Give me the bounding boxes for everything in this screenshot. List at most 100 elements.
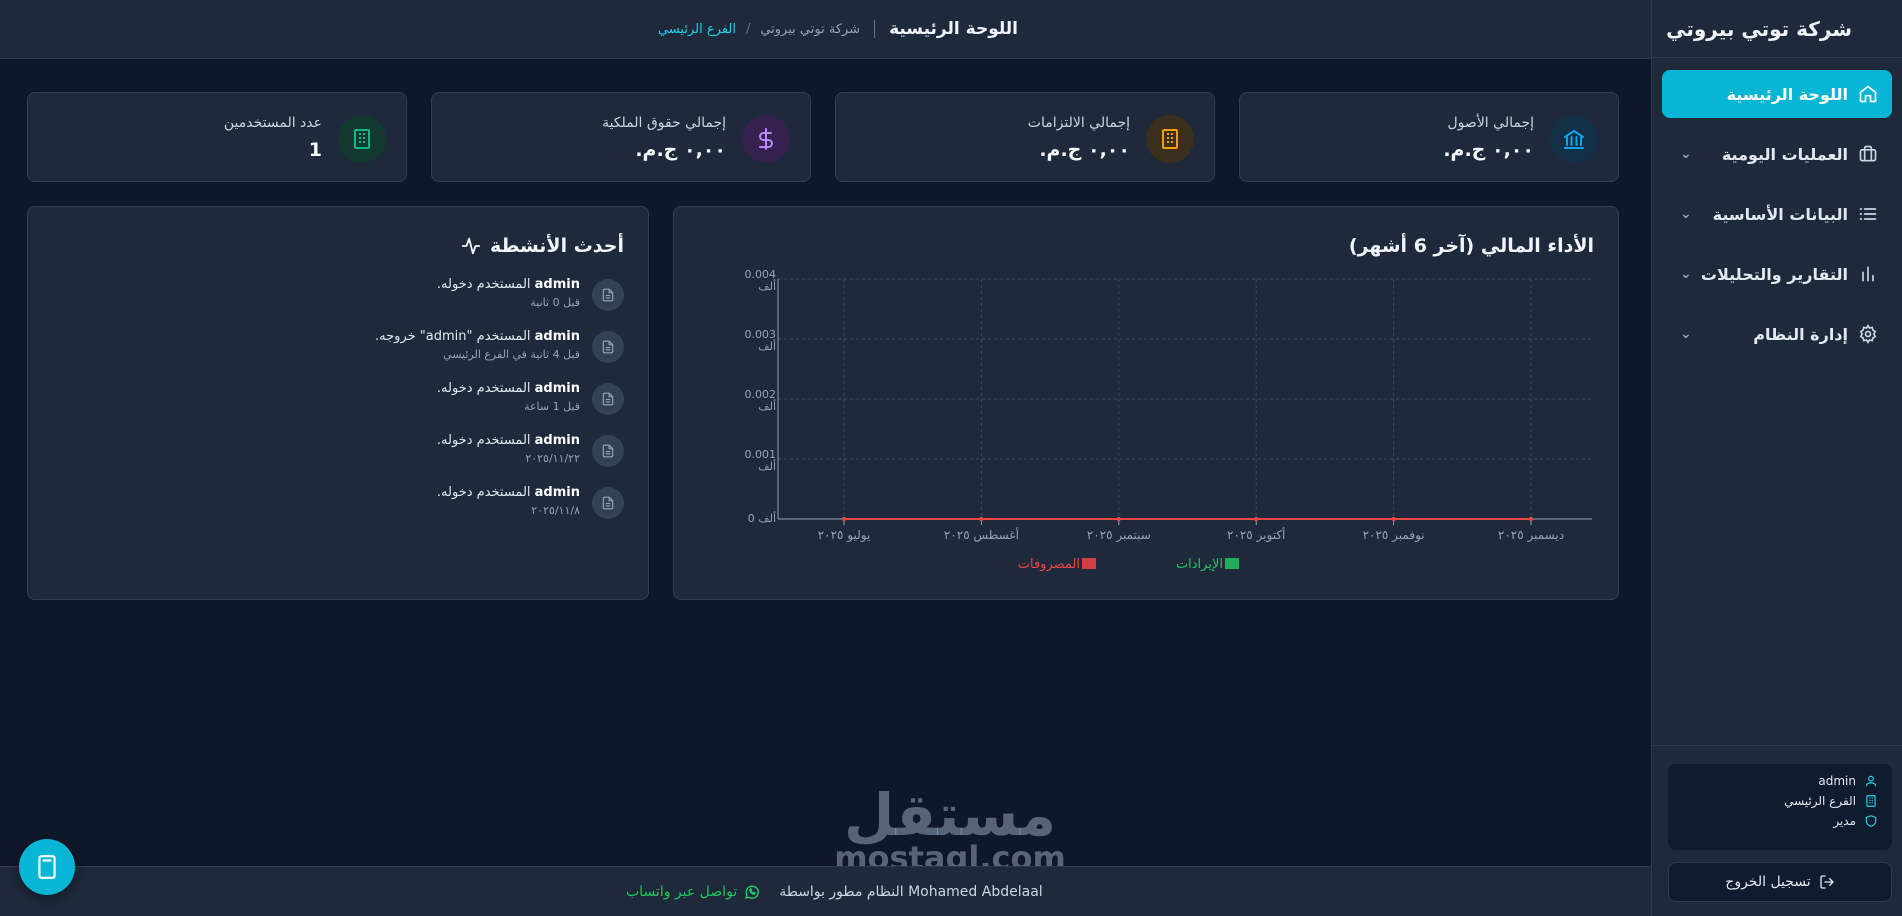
stat-value: 1 [308,139,322,161]
activity-user: admin [534,329,580,344]
activity-message: المستخدم دخوله. [436,433,535,448]
breadcrumb-company[interactable]: شركة توتي بيروتي [760,22,860,37]
chevron-down-icon: ⌄ [1680,146,1692,162]
stat-card-total-assets: إجمالي الأصول ٠,٠٠ ج.م. [1239,92,1619,182]
document-icon [602,444,614,458]
series-point [842,517,846,521]
activity-text: admin المستخدم دخوله. [437,485,580,500]
x-tick-label: أغسطس ٢٠٢٥ [944,527,1019,543]
chevron-down-icon: ⌄ [1680,326,1692,342]
legend-label: الإيرادات [1176,557,1223,572]
user-branch: الفرع الرئيسي [1784,794,1856,808]
activity-message: المستخدم "admin" خروجه. [375,329,535,344]
logout-icon [1820,875,1834,889]
logout-button[interactable]: تسجيل الخروج [1668,862,1892,902]
sidebar: شركة توتي بيروتي اللوحة الرئيسية ⌄ العمل… [1651,0,1902,916]
series-point [1391,517,1396,521]
activity-text: admin المستخدم دخوله. [437,277,580,292]
stat-icon-wrap [1146,115,1194,163]
activity-icon-wrap [592,435,624,467]
dollar-icon [759,128,773,150]
activity-user: admin [534,381,580,396]
calculator-icon [38,855,56,879]
briefcase-icon [1859,145,1877,162]
x-tick-label: أكتوبر ٢٠٢٥ [1227,527,1285,543]
stat-value: ٠,٠٠ ج.م. [635,139,726,161]
activity-user: admin [534,277,580,292]
bar-chart-icon [1862,266,1874,282]
stat-card-total-equity: إجمالي حقوق الملكية ٠,٠٠ ج.م. [431,92,811,182]
document-icon [602,340,614,354]
y-tick-label: 0 ألف [748,511,776,525]
stat-label: عدد المستخدمين [223,115,322,131]
activity-title: أحدث الأنشطة [489,235,624,257]
logout-label: تسجيل الخروج [1725,874,1811,890]
sidebar-item-daily-operations[interactable]: ⌄ العمليات اليومية [1662,130,1892,178]
activity-icon-wrap [592,331,624,363]
activity-icon-wrap [592,487,624,519]
sidebar-divider [1651,745,1902,746]
legend-swatch [1225,558,1239,569]
stat-value: ٠,٠٠ ج.م. [1443,139,1534,161]
y-tick-label: 0.001 ألف [745,448,777,473]
series-point [1529,517,1533,521]
user-name: admin [1818,774,1856,788]
document-icon [602,496,614,510]
chevron-down-icon: ⌄ [1680,206,1692,222]
activity-title-row: أحدث الأنشطة [460,235,624,257]
x-tick-label: ديسمبر ٢٠٢٥ [1498,528,1564,543]
activity-text: admin المستخدم دخوله. [437,433,580,448]
activity-list: admin المستخدم دخوله. قبل 0 ثانية admin … [64,277,624,537]
breadcrumb-branch[interactable]: الفرع الرئيسي [658,22,736,37]
chevron-down-icon: ⌄ [1680,266,1692,282]
activity-text: admin المستخدم دخوله. [437,381,580,396]
sidebar-item-label: العمليات اليومية [1721,144,1848,164]
user-role: مدير [1833,814,1856,828]
financial-performance-card: الأداء المالي (آخر 6 أشهر) 0 ألف 0.001 ألف… [673,206,1619,600]
shield-icon [1865,815,1877,827]
building-icon [1162,129,1178,149]
stat-label: إجمالي الالتزامات [1027,115,1130,131]
page-title: اللوحة الرئيسية [889,19,1019,39]
activity-time: قبل 1 ساعة [524,400,580,413]
activity-time: ٢٠٢٥/١١/٢٢ [525,452,580,465]
activity-icon-wrap [592,279,624,311]
stat-icon-wrap [742,115,790,163]
home-icon [1859,85,1877,103]
stat-label: إجمالي الأصول [1447,115,1534,131]
stat-card-total-liabilities: إجمالي الالتزامات ٠,٠٠ ج.م. [835,92,1215,182]
activity-user: admin [534,485,580,500]
breadcrumb-separator: / [745,21,751,37]
sidebar-item-label: اللوحة الرئيسية [1726,84,1848,104]
developer-credit: النظام مطور بواسطة Mohamed Abdelaal [779,884,1043,900]
sidebar-item-system-admin[interactable]: ⌄ إدارة النظام [1662,310,1892,358]
x-tick-label: سبتمبر ٢٠٢٥ [1087,528,1151,543]
sidebar-item-master-data[interactable]: ⌄ البيانات الأساسية [1662,190,1892,238]
top-bar: الفرع الرئيسي / شركة توتي بيروتي اللوحة … [0,0,1651,59]
sidebar-item-dashboard[interactable]: اللوحة الرئيسية [1662,70,1892,118]
series-point [979,517,984,521]
activity-item: admin المستخدم دخوله. قبل 1 ساعة [64,381,624,433]
activity-item: admin المستخدم دخوله. ٢٠٢٥/١١/٢٢ [64,433,624,485]
gear-icon [1859,324,1877,344]
x-tick-label: نوفمبر ٢٠٢٥ [1363,528,1425,543]
user-info: admin الفرع الرئيسي مدير [1668,764,1892,850]
activity-pulse-icon [461,237,481,255]
calculator-button[interactable] [19,839,75,895]
sidebar-item-label: التقارير والتحليلات [1700,264,1848,284]
document-icon [602,392,614,406]
activity-time: قبل 0 ثانية [530,296,580,309]
legend-label: المصروفات [1018,557,1080,572]
activity-message: المستخدم دخوله. [436,485,535,500]
user-role-row: مدير [1682,814,1878,828]
activity-item: admin المستخدم "admin" خروجه. قبل 4 ثاني… [64,329,624,381]
watermark: مستقل mostaql.com [830,786,1070,874]
x-tick-label: يوليو ٢٠٢٥ [818,528,871,543]
sidebar-item-reports[interactable]: ⌄ التقارير والتحليلات [1662,250,1892,298]
whatsapp-link[interactable]: تواصل عبر واتساب [626,883,761,901]
activity-item: admin المستخدم دخوله. ٢٠٢٥/١١/٨ [64,485,624,537]
series-point [1254,517,1259,521]
activity-item: admin المستخدم دخوله. قبل 0 ثانية [64,277,624,329]
activity-time: ٢٠٢٥/١١/٨ [531,504,580,517]
activity-user: admin [534,433,580,448]
